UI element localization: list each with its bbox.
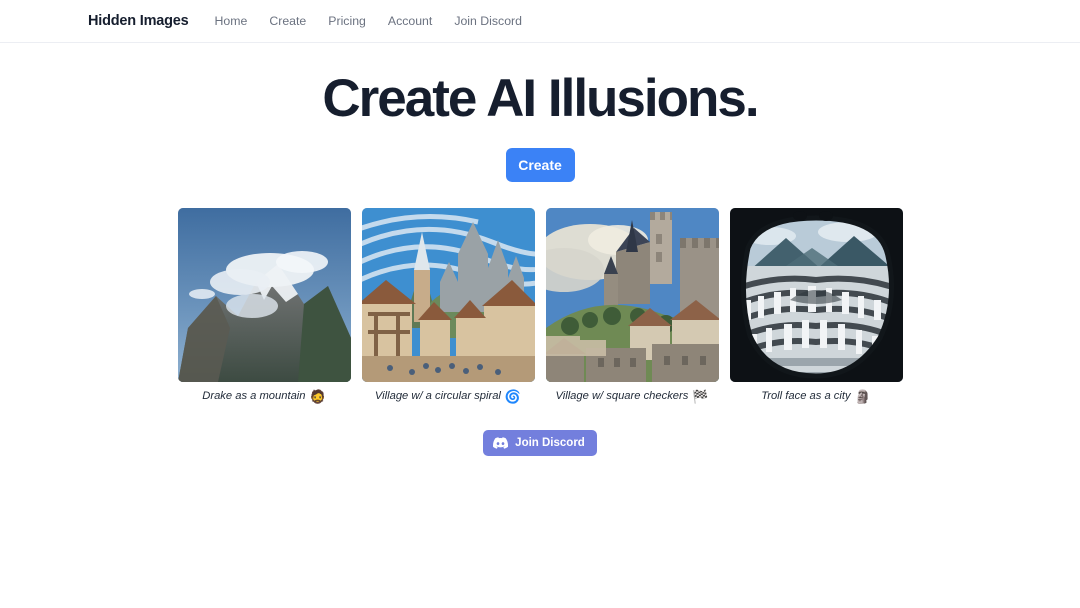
nav-links: Home Create Pricing Account Join Discord — [215, 14, 522, 28]
nav-link-account[interactable]: Account — [388, 14, 432, 28]
spiral-emoji: 🌀 — [504, 388, 522, 404]
page-title: Create AI Illusions. — [322, 69, 759, 128]
gallery-thumbnail-village-spiral[interactable] — [361, 207, 535, 382]
checkered-flag-emoji: 🏁 — [692, 388, 709, 404]
gallery-item: Troll face as a city 🗿 — [729, 207, 903, 403]
cta-container: Create — [0, 147, 1080, 182]
gallery-item: Village w/ square checkers 🏁 — [545, 207, 719, 403]
gallery-thumbnail-village-checkers[interactable] — [545, 207, 719, 382]
gallery-caption-text: Village w/ a circular spiral — [374, 390, 501, 403]
gallery-item: Village w/ a circular spiral 🌀 — [361, 207, 535, 403]
join-discord-label: Join Discord — [515, 436, 585, 449]
create-button[interactable]: Create — [505, 147, 575, 182]
hero-section: Create AI Illusions. Create — [0, 43, 1080, 182]
join-discord-button[interactable]: Join Discord — [483, 429, 597, 456]
gallery-caption-text: Drake as a mountain — [202, 390, 306, 403]
example-gallery: Drake as a mountain 🧔 Village w/ a circu… — [0, 207, 1080, 403]
nav-link-create[interactable]: Create — [269, 14, 306, 28]
nav-link-join-discord[interactable]: Join Discord — [454, 14, 522, 28]
troll-face-emoji: 🗿 — [854, 388, 871, 404]
gallery-caption: Drake as a mountain 🧔 — [202, 390, 325, 403]
gallery-thumbnail-troll-city[interactable] — [729, 207, 903, 382]
gallery-thumbnail-mountain[interactable] — [177, 207, 351, 382]
gallery-item: Drake as a mountain 🧔 — [177, 207, 351, 403]
gallery-caption: Village w/ a circular spiral 🌀 — [375, 390, 521, 403]
gallery-caption: Village w/ square checkers 🏁 — [555, 390, 708, 403]
gallery-caption-text: Troll face as a city — [761, 390, 851, 403]
bearded-person-emoji: 🧔 — [309, 388, 326, 404]
nav-link-pricing[interactable]: Pricing — [328, 14, 366, 28]
nav-link-home[interactable]: Home — [215, 14, 248, 28]
gallery-caption: Troll face as a city 🗿 — [761, 390, 871, 403]
gallery-caption-text: Village w/ square checkers — [555, 390, 689, 403]
discord-cta-container: Join Discord — [0, 429, 1080, 456]
discord-logo-icon — [493, 436, 509, 449]
brand-logo[interactable]: Hidden Images — [88, 13, 189, 29]
top-navbar: Hidden Images Home Create Pricing Accoun… — [0, 0, 1080, 43]
